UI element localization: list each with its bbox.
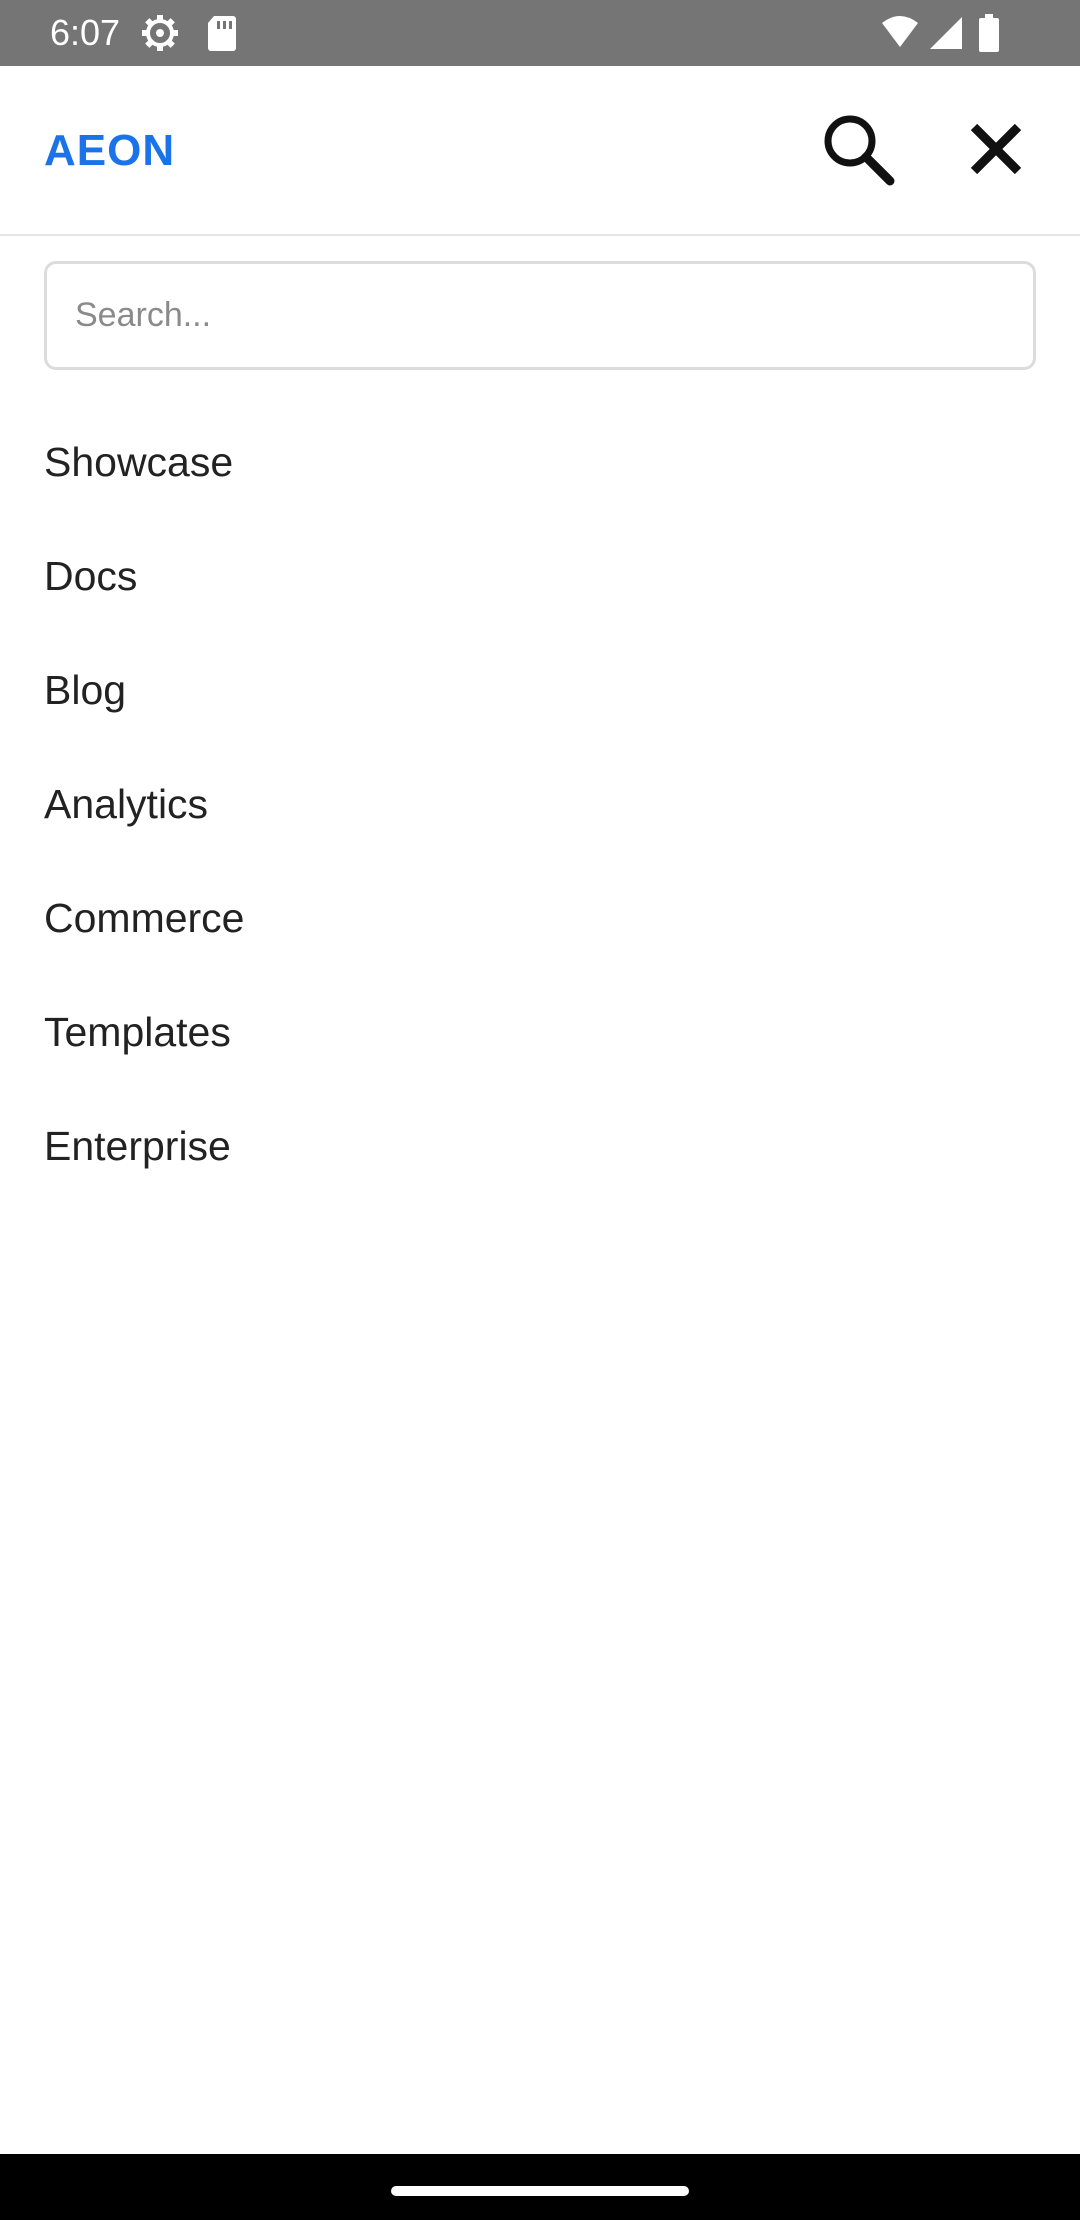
search-button[interactable] xyxy=(818,111,898,191)
menu-item-commerce[interactable]: Commerce xyxy=(0,861,1080,975)
search-input[interactable] xyxy=(47,264,1033,367)
close-icon xyxy=(968,121,1024,182)
menu-item-docs[interactable]: Docs xyxy=(0,519,1080,633)
system-nav-bar xyxy=(0,2154,1080,2220)
status-bar: 6:07 xyxy=(0,0,1080,66)
menu-item-enterprise[interactable]: Enterprise xyxy=(0,1089,1080,1203)
wifi-icon xyxy=(880,13,920,53)
settings-icon xyxy=(140,13,180,53)
brand-logo[interactable]: AEON xyxy=(44,66,175,236)
signal-icon xyxy=(928,13,964,53)
menu-item-templates[interactable]: Templates xyxy=(0,975,1080,1089)
search-icon xyxy=(820,111,896,192)
app-header: AEON xyxy=(0,66,1080,236)
sd-card-icon xyxy=(206,13,238,53)
search-field-container xyxy=(44,261,1036,370)
close-button[interactable] xyxy=(956,111,1036,191)
menu-item-showcase[interactable]: Showcase xyxy=(0,405,1080,519)
nav-menu: Showcase Docs Blog Analytics Commerce Templat… xyxy=(0,405,1080,1203)
menu-item-analytics[interactable]: Analytics xyxy=(0,747,1080,861)
status-time: 6:07 xyxy=(50,12,121,53)
battery-icon xyxy=(978,13,1000,53)
home-indicator[interactable] xyxy=(391,2186,689,2196)
menu-item-blog[interactable]: Blog xyxy=(0,633,1080,747)
